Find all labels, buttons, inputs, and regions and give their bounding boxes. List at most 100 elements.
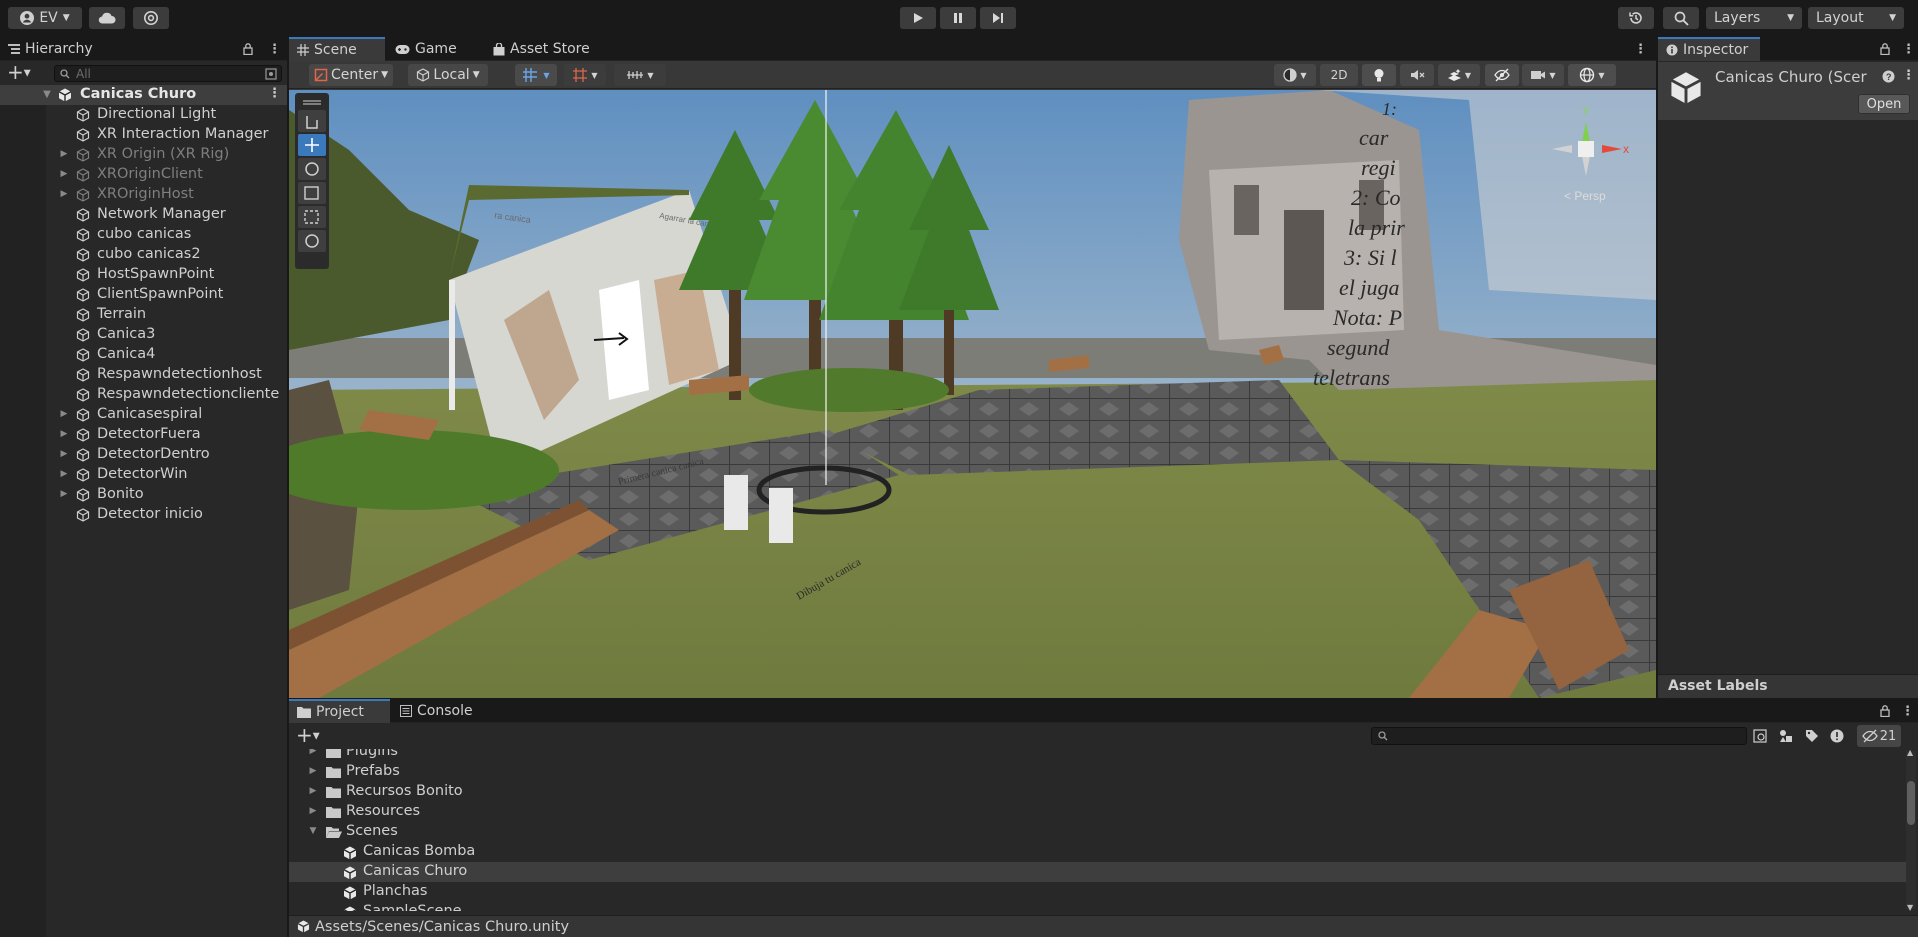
- hierarchy-item[interactable]: Canica3: [0, 325, 287, 345]
- hierarchy-item[interactable]: Network Manager: [0, 205, 287, 225]
- hierarchy-item[interactable]: ▶ DetectorFuera: [0, 425, 287, 445]
- hierarchy-item[interactable]: ▶ XROriginClient: [0, 165, 287, 185]
- hierarchy-item[interactable]: ▶ XR Origin (XR Rig): [0, 145, 287, 165]
- layout-dropdown[interactable]: Layout ▼: [1808, 7, 1904, 29]
- hierarchy-item[interactable]: ▶ XROriginHost: [0, 185, 287, 205]
- pivot-dropdown[interactable]: Center ▼: [309, 64, 393, 86]
- scene-root-row[interactable]: ▼ Canicas Churo ⋮: [0, 85, 287, 105]
- account-dropdown[interactable]: EV ▼: [8, 7, 82, 29]
- audio-toggle[interactable]: [1400, 64, 1434, 86]
- effects-dropdown[interactable]: ▼: [1438, 64, 1480, 86]
- expand-arrow-icon[interactable]: ▶: [307, 749, 319, 756]
- space-dropdown[interactable]: Local ▼: [408, 64, 488, 86]
- tab-hierarchy[interactable]: Hierarchy: [0, 37, 110, 61]
- hidden-objects-toggle[interactable]: [1485, 64, 1519, 86]
- mode-2d-button[interactable]: 2D: [1320, 64, 1358, 86]
- scroll-up-icon[interactable]: ▲: [1907, 748, 1913, 757]
- kebab-menu-icon[interactable]: ⋮: [1634, 42, 1647, 57]
- expand-arrow-icon[interactable]: ▶: [58, 489, 70, 499]
- project-scene-item[interactable]: Canicas Bomba: [289, 842, 1906, 862]
- scene-viewport[interactable]: ra canica Agarrar la canica Primera cani…: [289, 90, 1656, 698]
- expand-arrow-icon[interactable]: ▼: [41, 89, 53, 100]
- expand-arrow-icon[interactable]: ▶: [307, 806, 319, 816]
- expand-arrow-icon[interactable]: ▶: [307, 786, 319, 796]
- project-folder-item[interactable]: ▶ Resources: [289, 802, 1906, 822]
- expand-arrow-icon[interactable]: ▶: [58, 409, 70, 419]
- project-folder-item[interactable]: ▶ Recursos Bonito: [289, 782, 1906, 802]
- tab-scene[interactable]: Scene: [289, 37, 385, 61]
- lighting-toggle[interactable]: [1362, 64, 1396, 86]
- search-input[interactable]: All: [54, 65, 282, 82]
- open-button[interactable]: Open: [1858, 94, 1910, 114]
- hierarchy-item[interactable]: Directional Light: [0, 105, 287, 125]
- project-folder-item[interactable]: ▼ Scenes: [289, 822, 1906, 842]
- expand-arrow-icon[interactable]: ▶: [307, 766, 319, 776]
- expand-arrow-icon[interactable]: ▶: [58, 169, 70, 179]
- filter-type-icon[interactable]: [1779, 729, 1793, 743]
- shading-dropdown[interactable]: ▼: [1274, 64, 1316, 86]
- hidden-packages-toggle[interactable]: 21: [1857, 725, 1901, 747]
- layers-dropdown[interactable]: Layers ▼: [1706, 7, 1802, 29]
- cloud-button[interactable]: [89, 7, 125, 29]
- hierarchy-item[interactable]: Respawndetectionhost: [0, 365, 287, 385]
- increment-snap-button[interactable]: ▼: [564, 64, 606, 86]
- expand-arrow-icon[interactable]: ▶: [58, 429, 70, 439]
- lock-icon[interactable]: [1880, 705, 1890, 717]
- hierarchy-item[interactable]: cubo canicas: [0, 225, 287, 245]
- tab-asset-store[interactable]: Asset Store: [485, 37, 605, 61]
- expand-arrow-icon[interactable]: ▶: [58, 469, 70, 479]
- help-icon[interactable]: ?: [1882, 70, 1895, 83]
- play-button[interactable]: [900, 7, 936, 29]
- hierarchy-item[interactable]: ▶ Canicasespiral: [0, 405, 287, 425]
- kebab-menu-icon[interactable]: ⋮: [268, 86, 281, 101]
- scrollbar-thumb[interactable]: [1907, 781, 1915, 825]
- hierarchy-item[interactable]: Canica4: [0, 345, 287, 365]
- hierarchy-item[interactable]: HostSpawnPoint: [0, 265, 287, 285]
- search-by-type-icon[interactable]: [1753, 729, 1767, 743]
- ruler-button[interactable]: ▼: [614, 64, 666, 86]
- tab-game[interactable]: Game: [387, 37, 483, 61]
- add-icon[interactable]: +▼: [7, 62, 31, 84]
- hierarchy-item[interactable]: cubo canicas2: [0, 245, 287, 265]
- label-tag-icon[interactable]: [1805, 729, 1819, 743]
- gizmos-dropdown[interactable]: ▼: [1568, 64, 1616, 86]
- hierarchy-item[interactable]: ▶ Bonito: [0, 485, 287, 505]
- expand-arrow-icon[interactable]: ▶: [58, 449, 70, 459]
- project-search-input[interactable]: [1371, 727, 1747, 745]
- hierarchy-item[interactable]: ▶ DetectorDentro: [0, 445, 287, 465]
- hierarchy-item[interactable]: Terrain: [0, 305, 287, 325]
- asset-labels-bar[interactable]: Asset Labels: [1658, 674, 1918, 698]
- project-folder-item[interactable]: ▶ Prefabs: [289, 762, 1906, 782]
- lock-icon[interactable]: [1880, 43, 1890, 55]
- expand-arrow-icon[interactable]: ▶: [58, 149, 70, 159]
- tab-inspector[interactable]: Inspector: [1658, 37, 1760, 61]
- search-button[interactable]: [1663, 7, 1699, 29]
- kebab-menu-icon[interactable]: ⋮: [1901, 704, 1914, 719]
- scroll-down-icon[interactable]: ▼: [1907, 903, 1913, 912]
- project-scene-item[interactable]: Planchas: [289, 882, 1906, 902]
- project-folder-item[interactable]: ▶ Plugins: [289, 749, 1906, 762]
- persp-label[interactable]: < Persp: [1564, 189, 1606, 203]
- tab-project[interactable]: Project: [289, 699, 390, 723]
- project-scene-item[interactable]: Canicas Churo: [289, 862, 1906, 882]
- pause-button[interactable]: [940, 7, 976, 29]
- scrollbar[interactable]: ▲ ▼: [1906, 748, 1916, 912]
- hierarchy-item[interactable]: Respawndetectioncliente: [0, 385, 287, 405]
- step-button[interactable]: [980, 7, 1016, 29]
- add-icon[interactable]: +▼: [296, 725, 320, 747]
- hierarchy-item[interactable]: Detector inicio: [0, 505, 287, 525]
- history-button[interactable]: [1618, 7, 1654, 29]
- expand-arrow-icon[interactable]: ▼: [307, 826, 319, 836]
- grid-snap-button[interactable]: ▼: [515, 64, 557, 86]
- kebab-menu-icon[interactable]: ⋮: [1902, 68, 1915, 83]
- collab-button[interactable]: [133, 7, 169, 29]
- hierarchy-item[interactable]: ClientSpawnPoint: [0, 285, 287, 305]
- lock-icon[interactable]: [243, 43, 253, 55]
- hierarchy-item[interactable]: ▶ DetectorWin: [0, 465, 287, 485]
- hierarchy-item[interactable]: XR Interaction Manager: [0, 125, 287, 145]
- expand-arrow-icon[interactable]: ▶: [58, 189, 70, 199]
- camera-dropdown[interactable]: ▼: [1522, 64, 1564, 86]
- tab-console[interactable]: Console: [392, 699, 484, 723]
- project-scene-item[interactable]: SampleScene: [289, 902, 1906, 911]
- warning-icon[interactable]: [1830, 729, 1844, 743]
